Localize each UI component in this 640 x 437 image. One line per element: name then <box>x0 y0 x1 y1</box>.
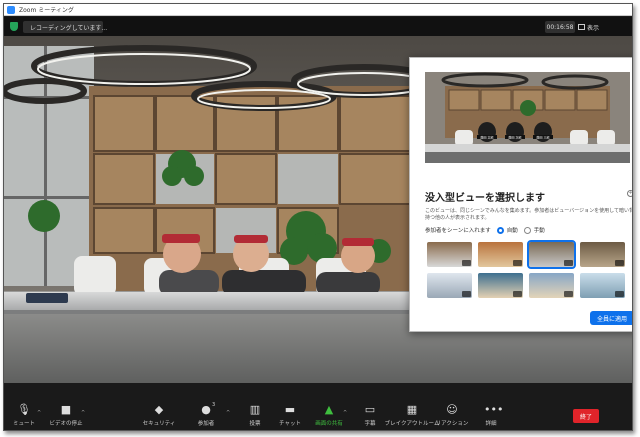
recording-status-text: レコーディングしています... <box>30 24 108 32</box>
mute-label: ミュート <box>12 421 35 427</box>
participant-badge-icon <box>564 291 573 297</box>
scene-thumbnail[interactable] <box>427 242 472 267</box>
microphone-icon: 🎙 <box>17 403 31 416</box>
security-button[interactable]: ◆ セキュリティ <box>135 387 183 427</box>
stop-video-button[interactable]: ■ ビデオの停止 <box>42 387 90 427</box>
share-screen-icon: ▲ <box>324 403 334 416</box>
stop-video-label: ビデオの停止 <box>49 421 83 427</box>
preview-name-tag-3: 藤田 三郎 <box>537 134 550 139</box>
participant-badge-icon <box>615 291 624 297</box>
placement-label: 参加者をシーンに入れます <box>425 228 491 234</box>
poll-chart-icon: ▥ <box>249 403 261 416</box>
participants-count: 3 <box>212 402 216 408</box>
chat-label: チャット <box>279 421 301 427</box>
preview-name-tag-1: 藤田 太郎 <box>481 134 494 139</box>
title-bar: Zoom ミーティング <box>4 4 632 16</box>
meeting-info-bar: レコーディングしています... 00:16:58 表示 <box>4 17 632 36</box>
zoom-app-icon <box>7 5 15 14</box>
placement-options: 参加者をシーンに入れます 自動 手動 <box>425 225 545 235</box>
auto-radio-label[interactable]: 自動 <box>507 226 518 234</box>
share-screen-label: 画面の共有 <box>315 421 343 427</box>
recording-indicator[interactable]: レコーディングしています... <box>23 21 107 33</box>
polls-label: 投票 <box>249 421 261 427</box>
security-label: セキュリティ <box>142 421 176 427</box>
grid-view-icon <box>578 24 585 30</box>
participant-badge-icon <box>462 260 471 266</box>
encryption-shield-icon[interactable] <box>10 22 18 31</box>
chat-bubble-icon: ▬ <box>284 403 296 416</box>
more-button[interactable]: ••• 詳細 <box>467 387 515 427</box>
scene-thumbnail-selected[interactable] <box>527 240 576 269</box>
reactions-label: リアクション <box>435 421 469 427</box>
participant-badge-icon <box>513 260 522 266</box>
end-meeting-button[interactable]: 終了 <box>573 409 599 423</box>
scene-thumbnail-grid <box>427 240 627 300</box>
video-camera-icon: ■ <box>60 403 72 416</box>
scene-thumbnail[interactable] <box>580 242 625 267</box>
more-dots-icon: ••• <box>484 403 504 416</box>
participant-badge-icon <box>513 291 522 297</box>
manual-radio[interactable] <box>523 226 531 234</box>
preview-name-tag-2: 藤田 次郎 <box>509 134 522 139</box>
participant-badge-icon <box>615 260 624 266</box>
panel-title: 没入型ビューを選択します <box>425 193 545 204</box>
cc-icon: ▭ <box>364 403 376 416</box>
participants-icon: ● <box>201 403 211 416</box>
view-button[interactable]: 表示 <box>578 21 604 33</box>
manual-radio-label[interactable]: 手動 <box>534 226 545 234</box>
video-options-chevron-up-icon[interactable]: ^ <box>81 410 86 416</box>
panel-description: このビューは、同じシーンでみんなを集めます。参加者はビューバージョンを使用して暗… <box>425 208 633 222</box>
auto-radio[interactable] <box>496 226 504 234</box>
panel-description-line: このビューは、同じシーンでみんなを集めます。参加者はビューバージョンを使用して暗… <box>425 208 633 214</box>
zoom-window: Zoom ミーティング レコーディングしています... 00:16:58 表示 <box>3 3 633 431</box>
apply-to-all-button[interactable]: 全員に適用 <box>590 311 632 325</box>
scene-thumbnail[interactable] <box>427 273 472 298</box>
shield-icon: ◆ <box>154 403 164 416</box>
scene-thumbnail[interactable] <box>478 242 523 267</box>
window-title: Zoom ミーティング <box>19 7 74 14</box>
meeting-toolbar: 🎙 ミュート ^ ■ ビデオの停止 ^ ◆ セキュリティ ● 参加者 3 ^ ▥… <box>4 383 632 430</box>
scene-thumbnail[interactable] <box>478 273 523 298</box>
panel-description-line: 持つ他の人が表示されます。 <box>425 215 490 221</box>
expand-icon[interactable]: + <box>627 190 632 197</box>
participants-button[interactable]: ● 参加者 <box>182 387 230 427</box>
breakout-grid-icon: ▦ <box>406 403 418 416</box>
scene-thumbnail[interactable] <box>580 273 625 298</box>
participant-badge-icon <box>462 291 471 297</box>
captions-label: 字幕 <box>364 421 376 427</box>
scene-thumbnail[interactable] <box>529 273 574 298</box>
more-label: 詳細 <box>485 421 497 427</box>
meeting-timer: 00:16:58 <box>545 21 575 33</box>
view-button-label: 表示 <box>587 24 600 32</box>
immersive-view-panel: 藤田 太郎 藤田 次郎 藤田 三郎 没入型ビューを選択します + このビューは、… <box>409 57 633 332</box>
participant-badge-icon <box>564 260 573 266</box>
scene-preview-image: 藤田 太郎 藤田 次郎 藤田 三郎 <box>425 72 630 163</box>
smile-icon: ☺ <box>446 403 458 416</box>
participants-label: 参加者 <box>197 421 215 427</box>
